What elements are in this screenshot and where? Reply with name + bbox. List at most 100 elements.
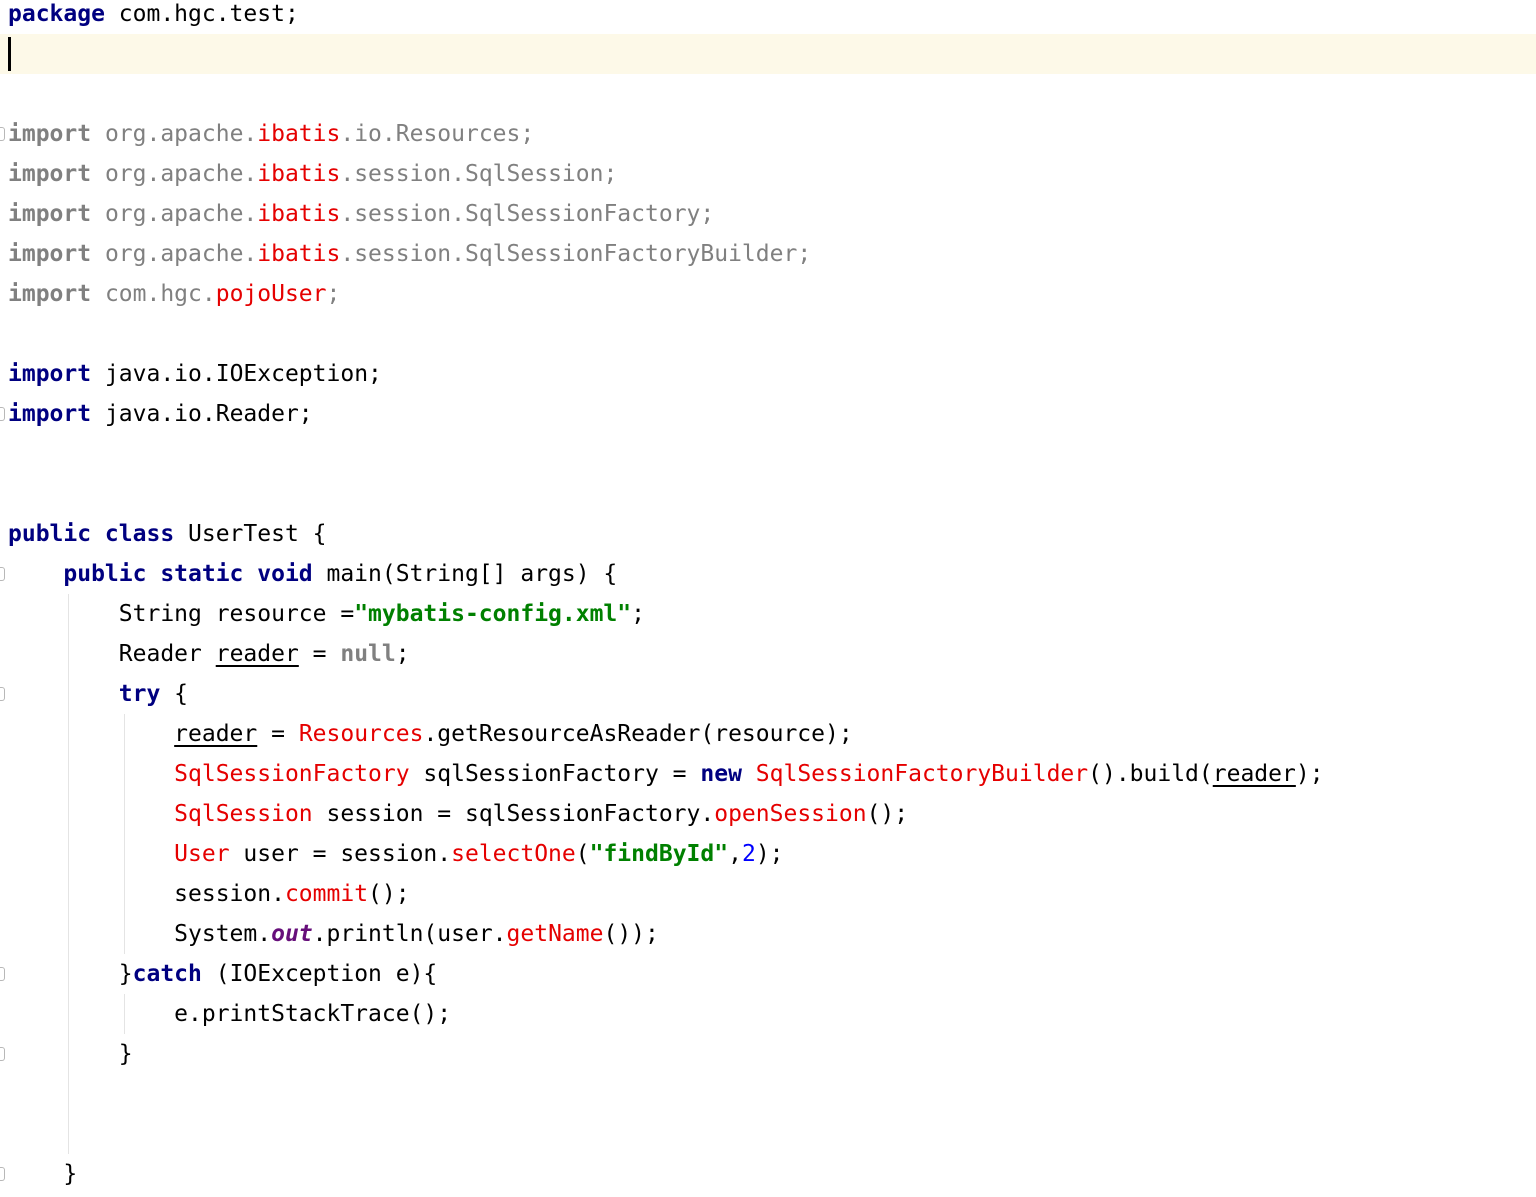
code-text: import org.apache.ibatis.session.SqlSess… bbox=[8, 234, 811, 274]
code-text: try { bbox=[8, 674, 188, 714]
code-line[interactable]: User user = session.selectOne("findById"… bbox=[0, 834, 1536, 874]
code-line[interactable]: Reader reader = null; bbox=[0, 634, 1536, 674]
code-token: org.apache. bbox=[91, 121, 258, 147]
code-text: } bbox=[8, 1154, 77, 1194]
code-token: e.printStackTrace(); bbox=[8, 1001, 452, 1027]
code-token: public class bbox=[8, 521, 175, 547]
code-line[interactable]: try { bbox=[0, 674, 1536, 714]
code-text: package com.hgc.test; bbox=[8, 0, 299, 34]
code-line[interactable]: import com.hgc.pojoUser; bbox=[0, 274, 1536, 314]
code-token: out bbox=[271, 921, 313, 947]
code-text: } bbox=[8, 1034, 133, 1074]
code-line[interactable]: import java.io.IOException; bbox=[0, 354, 1536, 394]
code-line[interactable] bbox=[0, 34, 1536, 74]
code-token: commit bbox=[284, 881, 369, 907]
code-line[interactable]: public class UserTest { bbox=[0, 514, 1536, 554]
code-token: (); bbox=[368, 881, 410, 907]
code-token: null bbox=[340, 641, 396, 667]
code-text: import org.apache.ibatis.session.SqlSess… bbox=[8, 194, 714, 234]
code-token: com.hgc.test; bbox=[104, 1, 299, 27]
code-token: "mybatis-config.xml" bbox=[354, 601, 632, 627]
code-token: .getResourceAsReader(resource); bbox=[423, 721, 853, 747]
code-line[interactable]: System.out.println(user.getName()); bbox=[0, 914, 1536, 954]
code-token: SqlSession bbox=[174, 801, 313, 827]
code-token: ; bbox=[631, 601, 645, 627]
code-token: , bbox=[728, 841, 742, 867]
code-text: }catch (IOException e){ bbox=[8, 954, 438, 994]
code-line[interactable]: e.printStackTrace(); bbox=[0, 994, 1536, 1034]
code-token: ); bbox=[755, 841, 784, 867]
code-text: Reader reader = null; bbox=[8, 634, 410, 674]
code-line[interactable]: import java.io.Reader; bbox=[0, 394, 1536, 434]
code-line[interactable] bbox=[0, 1074, 1536, 1114]
code-token: .println(user. bbox=[312, 921, 507, 947]
code-line[interactable]: import org.apache.ibatis.session.SqlSess… bbox=[0, 234, 1536, 274]
code-text: User user = session.selectOne("findById"… bbox=[8, 834, 784, 874]
code-token: } bbox=[8, 961, 133, 987]
code-token: ()); bbox=[603, 921, 659, 947]
code-token: ; bbox=[326, 281, 341, 307]
code-line[interactable] bbox=[0, 474, 1536, 514]
code-line[interactable]: package com.hgc.test; bbox=[0, 0, 1536, 34]
code-token: import bbox=[8, 361, 92, 387]
code-text: SqlSession session = sqlSessionFactory.o… bbox=[8, 794, 908, 834]
code-line[interactable]: import org.apache.ibatis.session.SqlSess… bbox=[0, 154, 1536, 194]
code-token: new bbox=[700, 761, 742, 787]
code-token: ibatis bbox=[257, 201, 341, 227]
code-line[interactable]: } bbox=[0, 1034, 1536, 1074]
code-token: import bbox=[8, 121, 92, 147]
code-token: System. bbox=[8, 921, 272, 947]
code-text: import java.io.IOException; bbox=[8, 354, 382, 394]
code-token: ( bbox=[575, 841, 590, 867]
code-token: ().build( bbox=[1088, 761, 1213, 787]
code-token: UserTest { bbox=[174, 521, 327, 547]
code-text: import org.apache.ibatis.io.Resources; bbox=[8, 114, 534, 154]
code-token: = bbox=[298, 641, 341, 667]
code-line[interactable] bbox=[0, 74, 1536, 114]
code-token: main(String[] args) { bbox=[312, 561, 618, 587]
code-token: package bbox=[8, 1, 105, 27]
code-line[interactable]: reader = Resources.getResourceAsReader(r… bbox=[0, 714, 1536, 754]
code-token: reader bbox=[1212, 761, 1296, 787]
code-token: import bbox=[8, 281, 92, 307]
code-token: selectOne bbox=[451, 841, 576, 867]
code-text: import com.hgc.pojoUser; bbox=[8, 274, 340, 314]
code-text: reader = Resources.getResourceAsReader(r… bbox=[8, 714, 853, 754]
code-token: reader bbox=[174, 721, 258, 747]
code-line[interactable]: session.commit(); bbox=[0, 874, 1536, 914]
code-text: SqlSessionFactory sqlSessionFactory = ne… bbox=[8, 754, 1323, 794]
code-editor[interactable]: package com.hgc.test; import org.apache.i… bbox=[0, 0, 1536, 1197]
code-line[interactable]: SqlSessionFactory sqlSessionFactory = ne… bbox=[0, 754, 1536, 794]
code-token: public static void bbox=[63, 561, 313, 587]
code-text: String resource ="mybatis-config.xml"; bbox=[8, 594, 645, 634]
code-token: org.apache. bbox=[91, 201, 258, 227]
code-line[interactable]: }catch (IOException e){ bbox=[0, 954, 1536, 994]
code-token: java.io.IOException; bbox=[91, 361, 382, 387]
code-token: (); bbox=[866, 801, 909, 827]
code-token: SqlSessionFactory bbox=[174, 761, 410, 787]
code-line[interactable] bbox=[0, 314, 1536, 354]
code-line[interactable]: public static void main(String[] args) { bbox=[0, 554, 1536, 594]
code-line[interactable]: } bbox=[0, 1154, 1536, 1194]
code-line[interactable]: SqlSession session = sqlSessionFactory.o… bbox=[0, 794, 1536, 834]
code-token: ibatis bbox=[257, 121, 341, 147]
code-token: reader bbox=[215, 641, 299, 667]
code-text: public static void main(String[] args) { bbox=[8, 554, 617, 594]
code-line[interactable]: import org.apache.ibatis.session.SqlSess… bbox=[0, 194, 1536, 234]
code-token: session. bbox=[8, 881, 285, 907]
code-line[interactable]: String resource ="mybatis-config.xml"; bbox=[0, 594, 1536, 634]
code-line[interactable]: import org.apache.ibatis.io.Resources; bbox=[0, 114, 1536, 154]
code-token: .session.SqlSession; bbox=[340, 161, 618, 187]
code-line[interactable] bbox=[0, 434, 1536, 474]
code-token: java.io.Reader; bbox=[91, 401, 313, 427]
code-token: catch bbox=[132, 961, 202, 987]
code-token: Reader bbox=[8, 641, 216, 667]
code-token: (IOException e){ bbox=[201, 961, 438, 987]
code-line[interactable] bbox=[0, 1114, 1536, 1154]
